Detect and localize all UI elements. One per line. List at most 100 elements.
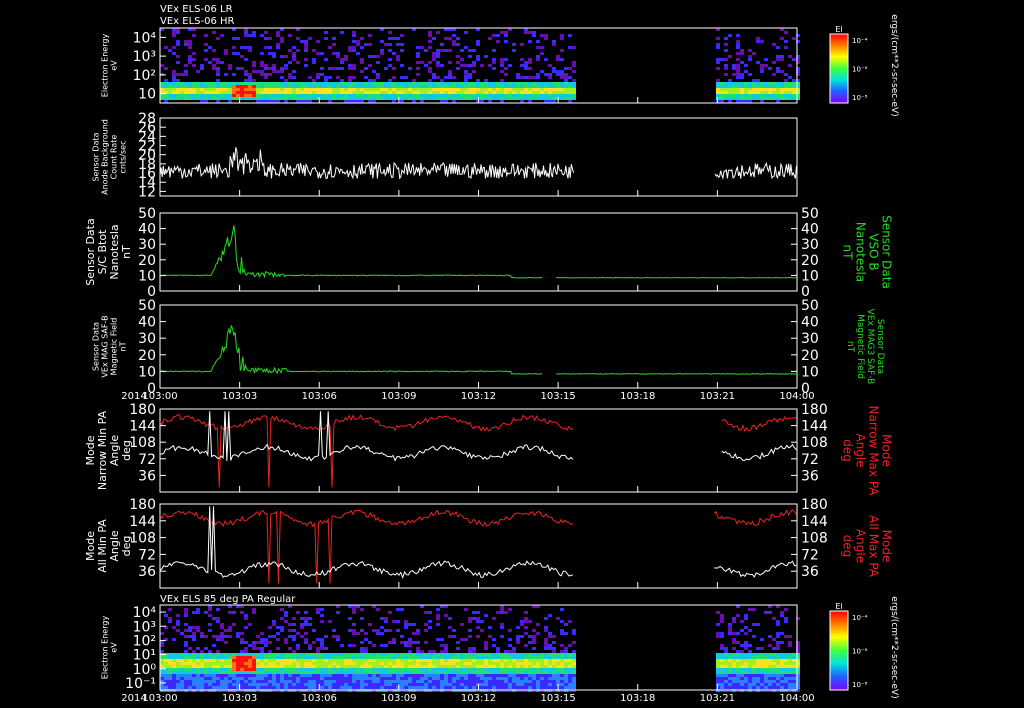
spec2-cell: [248, 659, 252, 662]
spec1-cell: [792, 82, 796, 85]
spec1-cell: [512, 88, 516, 91]
spec2-cell: [792, 686, 796, 689]
spec1-cell: [464, 73, 468, 76]
spec1-cell: [724, 64, 728, 67]
spec1-cell: [736, 34, 740, 37]
spec1-cell: [312, 79, 316, 82]
spec1-cell: [324, 76, 328, 79]
spec1-cell: [776, 85, 780, 88]
spec2-cell: [348, 686, 352, 689]
spec1-cell: [216, 70, 220, 73]
spec1-cell: [468, 49, 472, 52]
spec1-cell: [264, 97, 268, 100]
spec2-cell: [468, 635, 472, 638]
spec2-cell: [372, 680, 376, 683]
spec2-cell: [548, 656, 552, 659]
spec2-cell: [496, 686, 500, 689]
spec2-cell: [544, 641, 548, 644]
spec1-cell: [348, 67, 352, 70]
spec1-cell: [716, 88, 720, 91]
spec2-cell: [744, 683, 748, 686]
spec2-cell: [240, 671, 244, 674]
spec1-cell: [524, 82, 528, 85]
spec1-cell: [328, 85, 332, 88]
spec1-cell: [324, 88, 328, 91]
spec2-cell: [200, 668, 204, 671]
spec2-cell: [748, 608, 752, 611]
spec2-cell: [248, 674, 252, 677]
spec2-cell: [288, 635, 292, 638]
spec2-cell: [228, 674, 232, 677]
spec1-cell: [244, 46, 248, 49]
spec1-cell: [316, 73, 320, 76]
spec2-cell: [492, 644, 496, 647]
spec2-cell: [344, 662, 348, 665]
spec1-cell: [564, 67, 568, 70]
spec2-cell: [220, 623, 224, 626]
spec1-cell: [372, 97, 376, 100]
spec1-cell: [192, 94, 196, 97]
spec1-cell: [332, 43, 336, 46]
spec1-cell: [176, 43, 180, 46]
spec2-cell: [728, 668, 732, 671]
spec2-cell: [404, 620, 408, 623]
spec2-cell: [568, 683, 572, 686]
spec2-cell: [508, 671, 512, 674]
spec2-cell: [772, 638, 776, 641]
spec2-cell: [552, 662, 556, 665]
spec2-cell: [260, 665, 264, 668]
spec2-cell: [776, 644, 780, 647]
spec2-cell: [484, 659, 488, 662]
spec2-cell: [248, 644, 252, 647]
spec1-cell: [772, 94, 776, 97]
spec1-cell: [228, 97, 232, 100]
spec2-cell: [396, 662, 400, 665]
spec2-cell: [380, 653, 384, 656]
spec2-cell: [380, 626, 384, 629]
spec2-cell: [412, 641, 416, 644]
spec2-cell: [280, 659, 284, 662]
spec2-cell: [556, 674, 560, 677]
spec2-cell: [240, 674, 244, 677]
spec2-cell: [352, 611, 356, 614]
spec2-cell: [524, 656, 528, 659]
spec1-cell: [788, 55, 792, 58]
spec2-cell: [400, 671, 404, 674]
spec1-cell: [752, 85, 756, 88]
spec2-cell: [240, 641, 244, 644]
spec1-cell: [324, 79, 328, 82]
spec2-cell: [380, 674, 384, 677]
spec1-cell: [208, 46, 212, 49]
spec1-cell: [244, 88, 248, 91]
spec2-cell: [756, 674, 760, 677]
spec1-cell: [352, 82, 356, 85]
spec2-cell: [748, 674, 752, 677]
spec2-cell: [440, 674, 444, 677]
spec1-cell: [492, 49, 496, 52]
spec2-cell: [184, 668, 188, 671]
spec2-cell: [252, 647, 256, 650]
spec2-cell: [536, 683, 540, 686]
spec2-cell: [332, 683, 336, 686]
spec2-cell: [304, 656, 308, 659]
spec2-cell: [520, 656, 524, 659]
spec2-cell: [548, 668, 552, 671]
spec1-cell: [428, 67, 432, 70]
spec1-cell: [432, 73, 436, 76]
spec2-cell: [312, 674, 316, 677]
spec2-cell: [736, 686, 740, 689]
spec2-cell: [552, 647, 556, 650]
spec2-cell: [544, 617, 548, 620]
spec1-cell: [344, 85, 348, 88]
spec2-cell: [244, 665, 248, 668]
spec2-colorbar-tick: 10⁻⁴: [852, 614, 868, 622]
spec1-cell: [472, 61, 476, 64]
spec2-cell: [444, 650, 448, 653]
spec2-cell: [780, 668, 784, 671]
spec2-cell: [740, 668, 744, 671]
spec2-cell: [320, 641, 324, 644]
spec2-cell: [320, 683, 324, 686]
spec2-cell: [412, 662, 416, 665]
spec2-cell: [412, 680, 416, 683]
spec2-cell: [184, 686, 188, 689]
